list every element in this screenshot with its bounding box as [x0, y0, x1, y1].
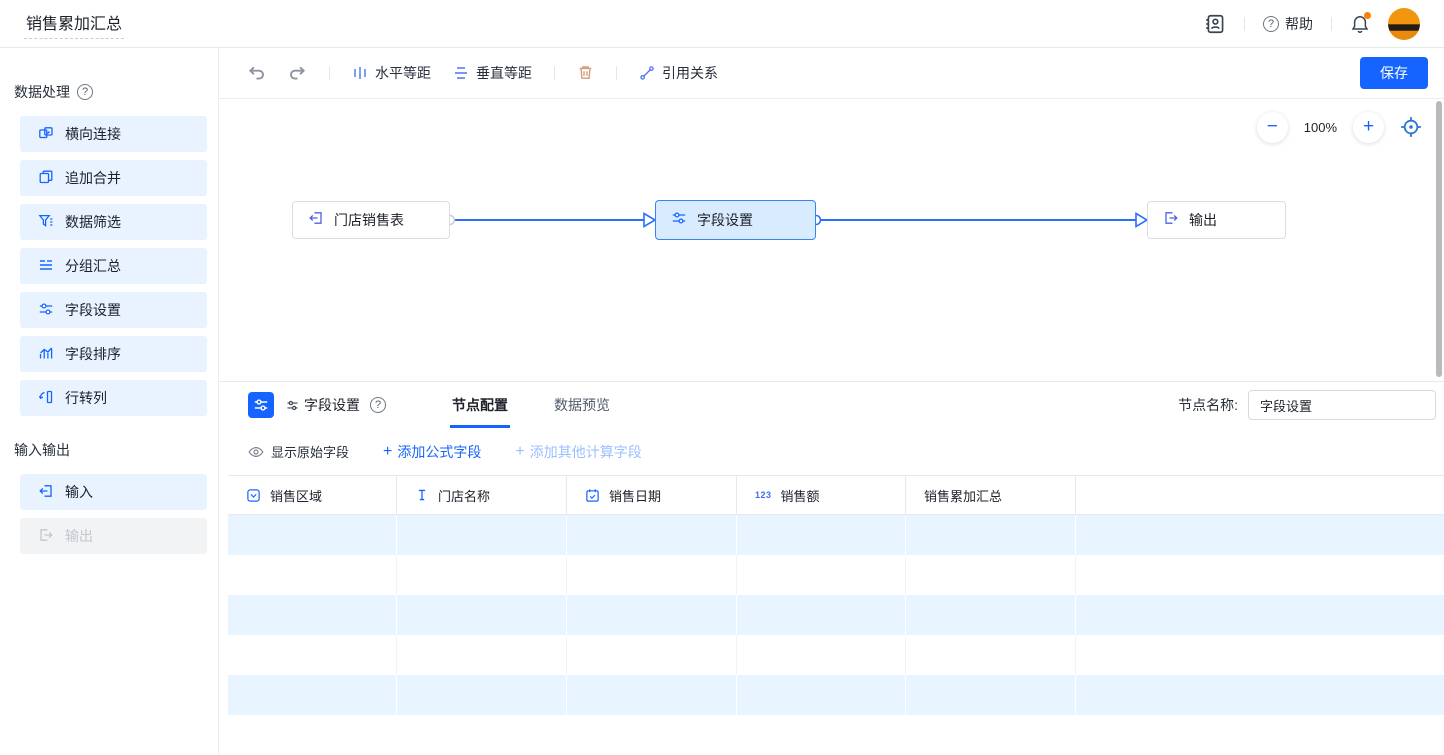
append-merge-icon	[38, 169, 54, 188]
add-formula-field-button[interactable]: + 添加公式字段	[383, 442, 481, 462]
plus-icon: +	[383, 444, 392, 460]
redo-icon[interactable]	[288, 63, 307, 82]
sidebar-item-field-settings[interactable]: 字段设置	[20, 292, 207, 328]
sidebar-item-output: 输出	[20, 518, 207, 554]
sidebar-item-append-merge[interactable]: 追加合并	[20, 160, 207, 196]
field-sort-icon	[38, 345, 54, 364]
field-settings-icon	[38, 301, 54, 320]
canvas-toolbar: 水平等距 垂直等距 引用关系 保存	[219, 48, 1444, 99]
field-settings-icon	[286, 399, 299, 412]
undo-icon[interactable]	[247, 63, 266, 82]
sidebar-item-group-summary[interactable]: 分组汇总	[20, 248, 207, 284]
node-name-label: 节点名称:	[1178, 395, 1238, 415]
section-title-input-output: 输入输出	[14, 440, 204, 460]
page-title[interactable]: 销售累加汇总	[24, 8, 124, 39]
node-config-panel: 字段设置 ? 节点配置 数据预览 节点名称: 显示原始字段 +	[219, 381, 1444, 755]
text-type-icon	[415, 488, 429, 502]
divider	[329, 66, 330, 80]
avatar[interactable]	[1388, 8, 1420, 40]
help-button[interactable]: ? 帮助	[1263, 14, 1313, 34]
topbar: 销售累加汇总 ? 帮助	[0, 0, 1444, 48]
node-output[interactable]: 输出	[1147, 201, 1286, 239]
vertical-distribute-button[interactable]: 垂直等距	[453, 63, 532, 83]
canvas-scrollbar[interactable]	[1436, 101, 1442, 377]
output-icon	[1163, 210, 1179, 229]
sidebar-item-input[interactable]: 输入	[20, 474, 207, 510]
delete-icon[interactable]	[577, 64, 594, 81]
row-to-column-icon	[38, 389, 54, 408]
save-button[interactable]: 保存	[1360, 57, 1428, 89]
column-header-sales-cumulative[interactable]: 销售累加汇总	[906, 476, 1076, 514]
help-label: 帮助	[1285, 14, 1313, 34]
column-header-sales-amount[interactable]: 123 销售额	[737, 476, 906, 514]
cross-join-icon	[38, 125, 54, 144]
notification-dot	[1364, 12, 1371, 19]
table-row[interactable]	[228, 635, 1444, 675]
reference-relation-button[interactable]: 引用关系	[639, 63, 718, 83]
eye-icon	[248, 444, 264, 460]
question-icon[interactable]: ?	[77, 84, 93, 100]
table-footer	[228, 715, 1444, 755]
add-other-calc-field-button: + 添加其他计算字段	[515, 442, 641, 462]
column-header-sales-date[interactable]: 销售日期	[567, 476, 737, 514]
sidebar-item-data-filter[interactable]: 数据筛选	[20, 204, 207, 240]
question-icon: ?	[1263, 16, 1279, 32]
calendar-icon	[585, 488, 600, 503]
field-settings-badge-icon	[248, 392, 274, 418]
column-header-sales-region[interactable]: 销售区域	[228, 476, 397, 514]
table-row[interactable]	[228, 555, 1444, 595]
column-header-store-name[interactable]: 门店名称	[397, 476, 567, 514]
zoom-level: 100%	[1304, 120, 1337, 135]
table-row[interactable]	[228, 515, 1444, 555]
divider	[554, 66, 555, 80]
divider	[1331, 17, 1332, 31]
table-row[interactable]	[228, 595, 1444, 635]
fields-table: 销售区域 门店名称 销售日期 123 销售额 销售累	[228, 475, 1444, 755]
sidebar-item-cross-join[interactable]: 横向连接	[20, 116, 207, 152]
divider	[616, 66, 617, 80]
zoom-in-button[interactable]: +	[1353, 112, 1384, 143]
section-title-data-processing: 数据处理 ?	[14, 82, 204, 102]
question-icon[interactable]: ?	[370, 397, 386, 413]
panel-title: 字段设置 ?	[286, 395, 386, 415]
column-header-filler	[1076, 476, 1444, 514]
node-store-sales-table[interactable]: 门店销售表	[292, 201, 450, 239]
field-settings-icon	[671, 210, 687, 229]
input-icon	[38, 483, 54, 502]
output-icon	[38, 527, 54, 546]
notification-bell-icon[interactable]	[1350, 14, 1370, 34]
show-original-fields-button[interactable]: 显示原始字段	[248, 442, 349, 461]
input-icon	[308, 210, 324, 229]
horizontal-distribute-button[interactable]: 水平等距	[352, 63, 431, 83]
flow-canvas[interactable]: 门店销售表 字段设置 输出 − 100% +	[219, 99, 1444, 381]
zoom-out-button[interactable]: −	[1257, 112, 1288, 143]
node-name-input[interactable]	[1248, 390, 1436, 420]
node-field-settings[interactable]: 字段设置	[655, 200, 816, 240]
sidebar: 数据处理 ? 横向连接 追加合并 数据筛选 分组汇总 字段设置 字段排序	[0, 48, 219, 755]
filter-icon	[38, 213, 54, 232]
address-book-icon[interactable]	[1204, 13, 1226, 35]
sidebar-item-field-sort[interactable]: 字段排序	[20, 336, 207, 372]
group-summary-icon	[38, 257, 54, 276]
divider	[1244, 17, 1245, 31]
tab-node-config[interactable]: 节点配置	[452, 382, 508, 428]
sidebar-item-row-to-column[interactable]: 行转列	[20, 380, 207, 416]
plus-icon: +	[515, 444, 524, 460]
locate-icon[interactable]	[1400, 116, 1422, 138]
tab-data-preview[interactable]: 数据预览	[554, 382, 610, 428]
number-type-icon: 123	[755, 490, 772, 500]
dimension-icon	[246, 488, 261, 503]
table-row[interactable]	[228, 675, 1444, 715]
